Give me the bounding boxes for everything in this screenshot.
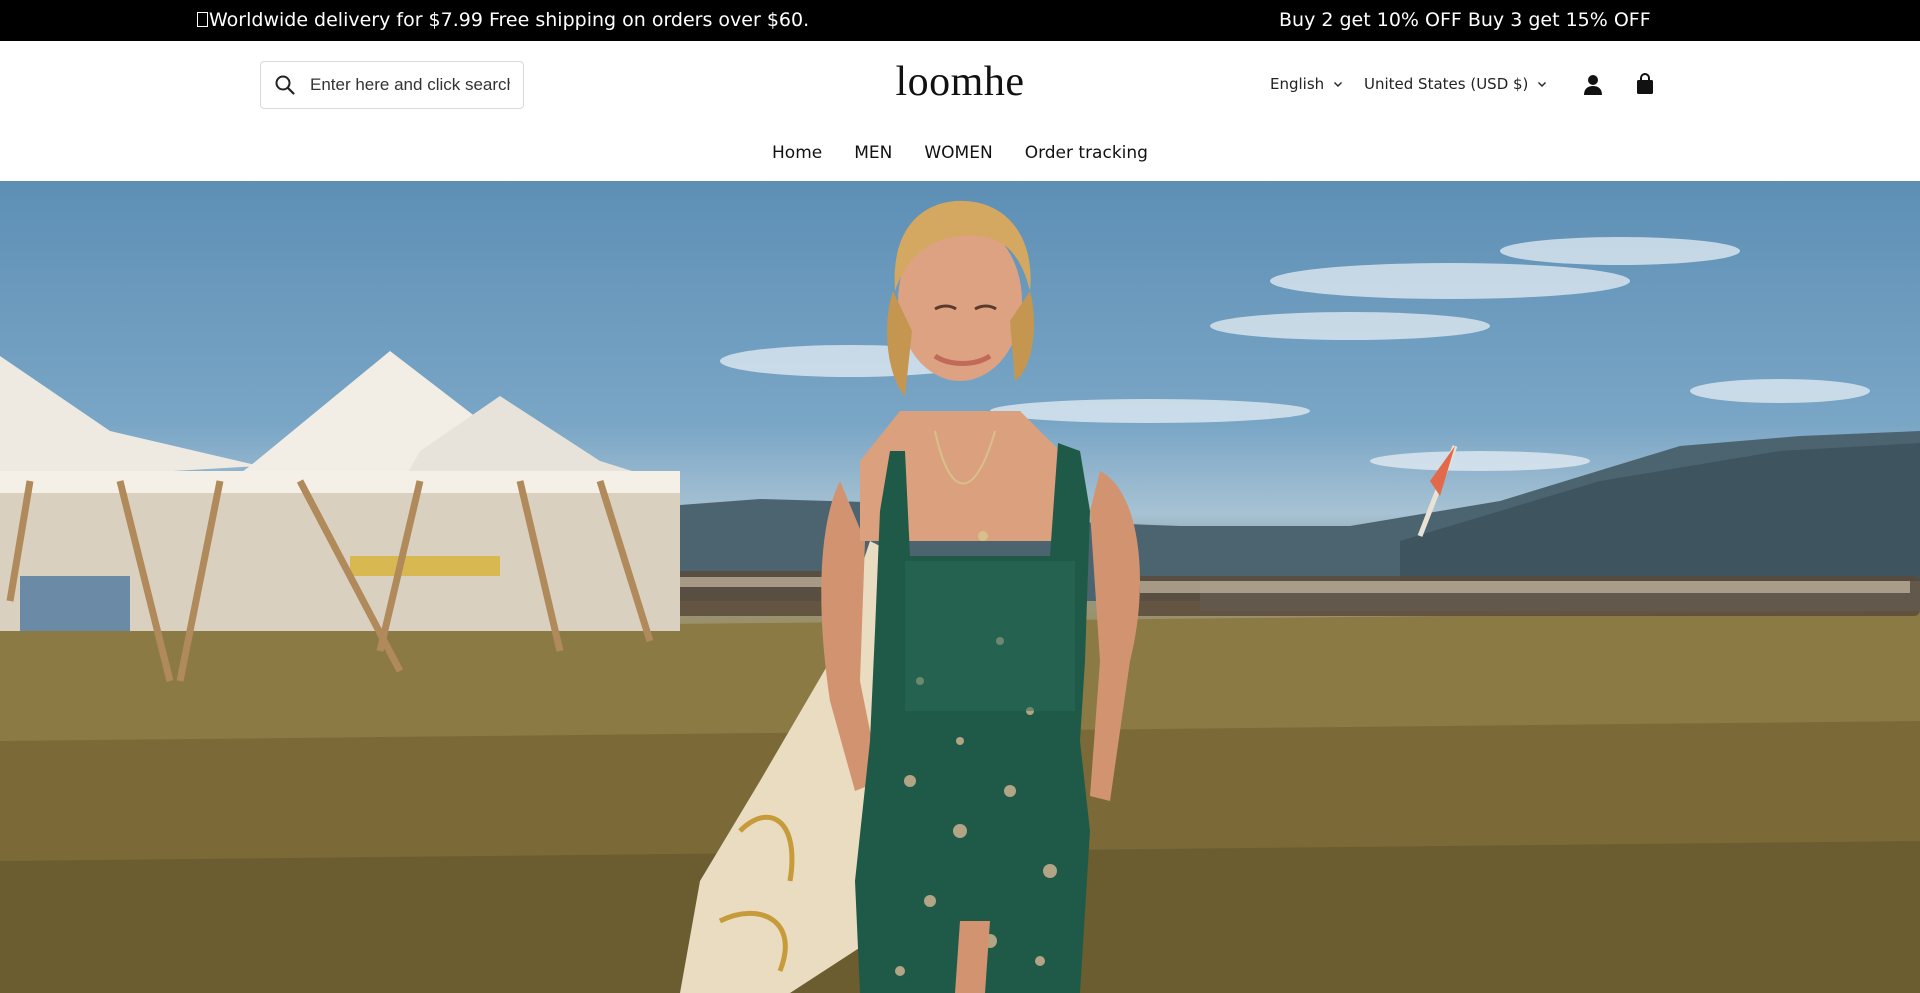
- country-selector[interactable]: United States (USD $): [1364, 75, 1547, 93]
- account-icon[interactable]: [1583, 74, 1603, 96]
- country-label: United States (USD $): [1364, 75, 1529, 93]
- cart-icon[interactable]: [1636, 73, 1654, 95]
- missing-glyph-icon: [197, 12, 208, 27]
- announcement-bar: Worldwide delivery for $7.99 Free shippi…: [0, 0, 1920, 41]
- nav-item-women[interactable]: WOMEN: [924, 143, 992, 163]
- site-logo[interactable]: loomhe: [896, 59, 1025, 105]
- hero-banner[interactable]: [0, 181, 1920, 993]
- language-selector[interactable]: English: [1270, 75, 1343, 93]
- chevron-down-icon: [1537, 81, 1547, 88]
- announcement-left-text: Worldwide delivery for $7.99 Free shippi…: [209, 9, 810, 31]
- hero-image: [0, 200, 1920, 993]
- chevron-down-icon: [1333, 81, 1343, 88]
- announcement-left: Worldwide delivery for $7.99 Free shippi…: [197, 9, 809, 31]
- site-header: loomhe English United States (USD $) Hom…: [0, 41, 1920, 181]
- language-label: English: [1270, 75, 1325, 93]
- nav-item-order-tracking[interactable]: Order tracking: [1025, 143, 1148, 163]
- search-icon[interactable]: [274, 74, 296, 96]
- search-input[interactable]: [310, 75, 510, 95]
- announcement-right-text: Buy 2 get 10% OFF Buy 3 get 15% OFF: [1279, 9, 1651, 31]
- nav-item-home[interactable]: Home: [772, 143, 822, 163]
- search-box[interactable]: [260, 61, 524, 109]
- main-nav: Home MEN WOMEN Order tracking: [0, 143, 1920, 163]
- nav-item-men[interactable]: MEN: [854, 143, 892, 163]
